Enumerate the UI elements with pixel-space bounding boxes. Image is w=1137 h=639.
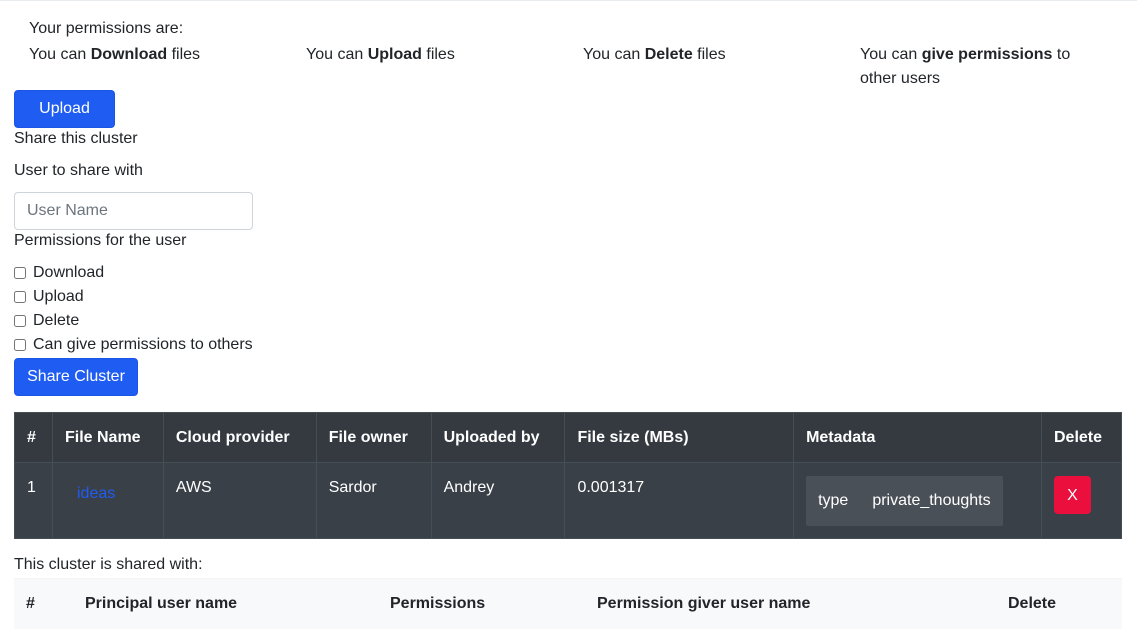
permission-download: You can Download files xyxy=(29,46,201,63)
col-file-owner: File owner xyxy=(315,412,432,463)
permission-give-permissions: You can give permissions to other users xyxy=(860,46,1071,87)
col-index: # xyxy=(14,412,53,463)
col-file-size: File size (MBs) xyxy=(564,412,795,463)
user-permissions-label: Permissions for the user xyxy=(14,232,187,249)
cell-metadata: type private_thoughts xyxy=(793,462,1042,539)
user-to-share-label: User to share with xyxy=(14,162,143,179)
permission-upload: You can Upload files xyxy=(306,46,455,63)
share-cluster-title: Share this cluster xyxy=(14,130,138,147)
shared-col-index: # xyxy=(14,578,73,629)
give-permissions-checkbox[interactable] xyxy=(14,339,26,351)
upload-checkbox[interactable] xyxy=(14,291,26,303)
col-cloud-provider: Cloud provider xyxy=(162,412,317,463)
permissions-title: Your permissions are: xyxy=(29,20,184,37)
checkbox-row-upload[interactable]: Upload xyxy=(14,286,84,308)
shared-col-delete: Delete xyxy=(996,578,1122,629)
cell-owner: Sardor xyxy=(315,462,432,539)
permission-delete: You can Delete files xyxy=(583,46,726,63)
shared-col-permissions: Permissions xyxy=(378,578,585,629)
cell-delete: X xyxy=(1040,462,1123,539)
file-link[interactable]: ideas xyxy=(77,485,115,503)
cell-index: 1 xyxy=(14,462,53,539)
col-file-name: File Name xyxy=(51,412,164,463)
share-cluster-button[interactable]: Share Cluster xyxy=(14,358,138,396)
shared-col-giver: Permission giver user name xyxy=(585,578,996,629)
cell-file-name: ideas xyxy=(51,462,164,539)
col-uploaded-by: Uploaded by xyxy=(430,412,566,463)
delete-file-button[interactable]: X xyxy=(1053,476,1091,514)
cell-provider: AWS xyxy=(162,462,317,539)
shared-users-table: # Principal user name Permissions Permis… xyxy=(14,578,1122,629)
shared-with-title: This cluster is shared with: xyxy=(14,556,203,573)
checkbox-row-delete[interactable]: Delete xyxy=(14,310,79,332)
metadata-value: private_thoughts xyxy=(872,492,991,509)
page: Your permissions are: You can Download f… xyxy=(0,0,1137,639)
table-row: 1 ideas AWS Sardor Andrey 0.001317 type … xyxy=(14,462,1123,539)
col-delete: Delete xyxy=(1040,412,1123,463)
files-table: # File Name Cloud provider File owner Up… xyxy=(14,412,1123,539)
cell-uploaded-by: Andrey xyxy=(430,462,566,539)
upload-file-button[interactable]: Upload file xyxy=(14,90,115,153)
metadata-badge: type private_thoughts xyxy=(806,476,1003,526)
cell-size: 0.001317 xyxy=(564,462,795,539)
shared-table-header: # Principal user name Permissions Permis… xyxy=(14,578,1122,629)
shared-col-principal: Principal user name xyxy=(73,578,378,629)
metadata-key: type xyxy=(818,492,849,509)
user-name-input[interactable] xyxy=(14,192,253,230)
checkbox-row-give-permissions[interactable]: Can give permissions to others xyxy=(14,334,253,356)
download-checkbox[interactable] xyxy=(14,267,26,279)
col-metadata: Metadata xyxy=(793,412,1042,463)
delete-checkbox[interactable] xyxy=(14,315,26,327)
files-table-header: # File Name Cloud provider File owner Up… xyxy=(14,412,1123,463)
checkbox-row-download[interactable]: Download xyxy=(14,262,104,284)
